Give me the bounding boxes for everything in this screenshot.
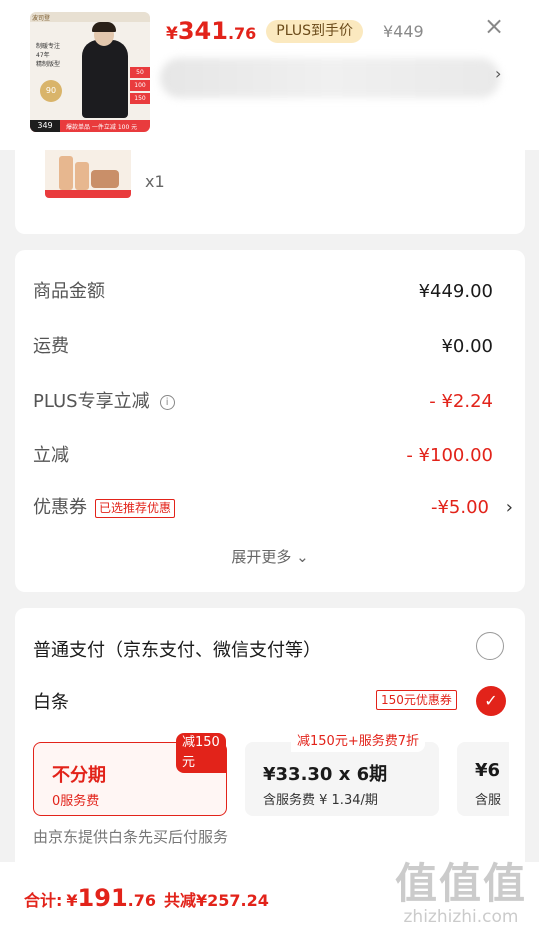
- row-direct-discount: 立减 - ¥100.00: [33, 442, 505, 470]
- thumb-tag: [45, 190, 131, 198]
- total-currency: ¥: [66, 891, 78, 910]
- side-badge: 150: [130, 93, 150, 104]
- thumb-circle-badge: 90: [40, 80, 62, 102]
- baitiao-coupon-tag: 150元优惠券: [376, 690, 457, 710]
- thumb-bottle: [75, 162, 89, 190]
- radio-unchecked-icon[interactable]: [476, 632, 504, 660]
- thumb-promo-text: 爆款单品 一件立减 100 元: [66, 124, 138, 131]
- plan-subtitle: 含服: [475, 793, 502, 808]
- product-thumbnail[interactable]: 波司登 制暖专注 47年 精制版型 90 50 100 150 349 爆款单品…: [30, 12, 150, 132]
- total-saved: 共减¥257.24: [164, 891, 269, 910]
- price-breakdown-card: 商品金额 ¥449.00 运费 ¥0.00 PLUS专享立减 i - ¥2.24…: [15, 250, 525, 592]
- gift-thumbnail[interactable]: [45, 150, 131, 198]
- blurred-product-title: [160, 58, 500, 98]
- plan-discount-badge: 减150元: [176, 733, 226, 773]
- row-plus-discount: PLUS专享立减 i - ¥2.24: [33, 388, 505, 416]
- plan-discount-badge: 减150元+服务费7折: [291, 732, 425, 752]
- thumb-promo-bar: 349 爆款单品 一件立减 100 元: [30, 120, 150, 132]
- payment-option-baitiao[interactable]: 白条: [33, 688, 69, 714]
- total-decimal: .76: [127, 891, 156, 910]
- row-label: 立减: [33, 445, 69, 466]
- thumb-text-line: 制暖专注: [36, 43, 61, 50]
- side-badge: 100: [130, 80, 150, 91]
- plan-subtitle: 含服务费 ¥ 1.34/期: [263, 793, 378, 808]
- thumb-left-text: 制暖专注 47年 精制版型: [36, 42, 60, 69]
- chevron-right-icon[interactable]: ›: [506, 494, 513, 522]
- row-value: ¥449.00: [418, 281, 493, 302]
- price-decimal: .76: [227, 24, 257, 43]
- plan-no-installment[interactable]: 减150元 不分期 0服务费: [33, 733, 227, 816]
- item-quantity: x1: [145, 172, 165, 191]
- thumb-coat: [82, 40, 128, 118]
- row-shipping: 运费 ¥0.00: [33, 333, 505, 361]
- radio-checked-icon[interactable]: ✓: [476, 686, 506, 716]
- chevron-right-icon[interactable]: ›: [495, 64, 501, 83]
- plan-title: ¥33.30 x 6期: [263, 764, 388, 785]
- thumb-model-hair: [92, 22, 116, 32]
- row-label: 商品金额: [33, 281, 105, 302]
- recommended-coupon-tag: 已选推荐优惠: [95, 498, 176, 518]
- row-label: 优惠券 已选推荐优惠: [33, 494, 176, 522]
- thumb-price-tag: 349: [30, 120, 60, 132]
- watermark: 值值值 zhizhizhi.com: [386, 850, 536, 930]
- thumb-text-line: 精制版型: [36, 61, 61, 68]
- row-label-text: 优惠券: [33, 497, 87, 518]
- plan-subtitle: 0服务费: [52, 794, 100, 809]
- thumb-brand-tag: 波司登: [32, 15, 51, 22]
- row-value: - ¥2.24: [429, 391, 493, 412]
- thumb-jar: [91, 170, 119, 188]
- price-integer: 341: [177, 17, 228, 45]
- side-badge: 50: [130, 67, 150, 78]
- thumb-side-badges: 50 100 150: [130, 67, 150, 106]
- close-icon[interactable]: ×: [484, 14, 504, 38]
- row-label: PLUS专享立减 i: [33, 388, 175, 416]
- expand-more-button[interactable]: 展开更多 ⌄: [15, 546, 525, 567]
- thumb-bottle: [59, 156, 73, 190]
- total-integer: 191: [77, 884, 128, 912]
- plan-more-installments[interactable]: ¥6 含服: [457, 742, 509, 816]
- payment-card: 普通支付（京东支付、微信支付等） 白条 150元优惠券 ✓ 减150元 不分期 …: [15, 608, 525, 878]
- row-label: 运费: [33, 336, 69, 357]
- price-row: ¥341.76 PLUS到手价 ¥449: [166, 14, 424, 48]
- row-value: ¥0.00: [441, 336, 493, 357]
- info-icon[interactable]: i: [159, 394, 175, 410]
- provider-note: 由京东提供白条先买后付服务: [33, 828, 229, 846]
- price-currency: ¥: [166, 24, 178, 44]
- watermark-logo: 值值值: [394, 859, 527, 908]
- total-label: 合计:: [24, 891, 63, 910]
- payment-option-normal[interactable]: 普通支付（京东支付、微信支付等）: [33, 636, 321, 662]
- row-value: -¥5.00: [430, 497, 489, 518]
- total-amount: 合计: ¥ 191 .76 共减¥257.24: [24, 884, 269, 912]
- plus-price-badge: PLUS到手价: [266, 19, 363, 43]
- final-price: ¥341.76: [166, 17, 256, 45]
- thumb-text-line: 47年: [36, 52, 50, 59]
- watermark-url: zhizhizhi.com: [403, 907, 519, 927]
- original-price: ¥449: [382, 21, 424, 41]
- plan-title: 不分期: [52, 765, 106, 786]
- row-coupon[interactable]: 优惠券 已选推荐优惠 -¥5.00 ›: [33, 494, 513, 522]
- plan-6-installments[interactable]: ¥33.30 x 6期 含服务费 ¥ 1.34/期: [245, 742, 439, 816]
- row-goods-amount: 商品金额 ¥449.00: [33, 278, 505, 306]
- product-card: x1: [15, 150, 525, 234]
- plan-title: ¥6: [475, 760, 501, 781]
- row-value: - ¥100.00: [406, 445, 493, 466]
- row-label-text: PLUS专享立减: [33, 391, 150, 412]
- product-header: 波司登 制暖专注 47年 精制版型 90 50 100 150 349 爆款单品…: [0, 0, 539, 150]
